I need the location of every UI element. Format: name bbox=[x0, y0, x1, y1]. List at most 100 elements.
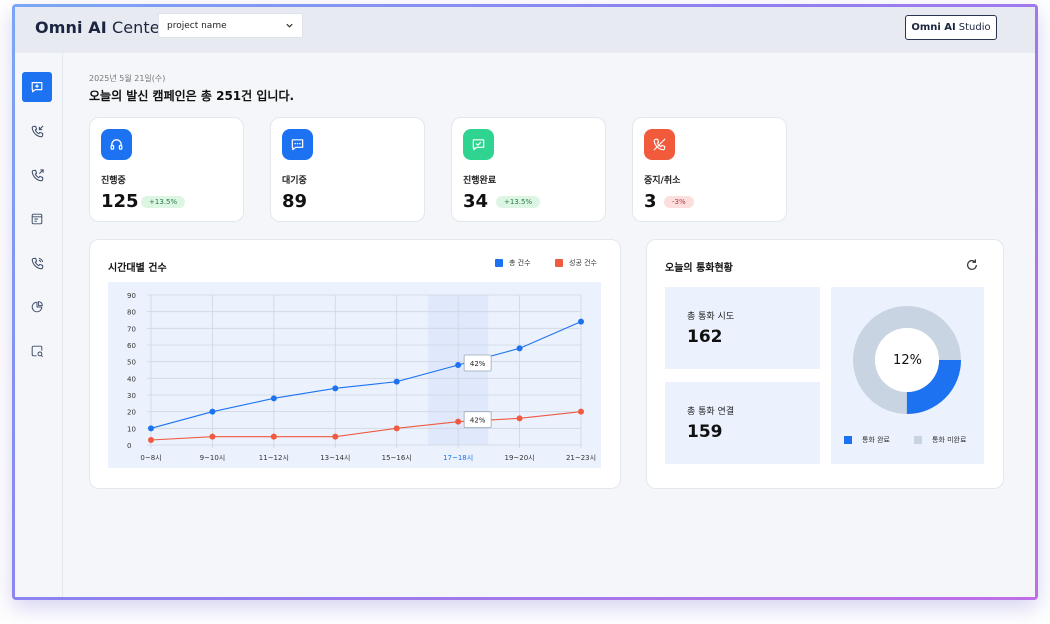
stat-label: 진행완료 bbox=[463, 176, 497, 186]
legend-swatch bbox=[914, 436, 922, 444]
data-point bbox=[578, 408, 584, 415]
sidebar-item-outbound[interactable] bbox=[22, 160, 52, 190]
legend-total: 총 건수 bbox=[495, 258, 531, 268]
sidebar-item-search[interactable] bbox=[22, 336, 52, 366]
document-list-icon bbox=[31, 213, 43, 225]
legend-success: 성공 건수 bbox=[555, 258, 597, 268]
data-point bbox=[332, 433, 339, 440]
donut-box: 12% 통화 완료 통화 미완료 bbox=[831, 287, 984, 464]
chat-plus-icon bbox=[31, 82, 43, 93]
studio-rest: Studio bbox=[958, 22, 991, 33]
call-connect-label: 총 통화 연결 bbox=[687, 407, 735, 417]
x-tick-label: 13~14시 bbox=[320, 454, 350, 462]
stat-value: 34 bbox=[463, 191, 489, 212]
stat-label: 중지/취소 bbox=[644, 176, 681, 186]
data-point bbox=[455, 362, 462, 368]
data-point bbox=[516, 345, 523, 352]
x-tick-label: 19~20시 bbox=[505, 454, 535, 462]
stat-icon-box bbox=[101, 129, 132, 160]
outgoing-call-icon bbox=[31, 168, 44, 181]
data-point bbox=[393, 378, 400, 385]
call-status-title: 오늘의 통화현황 bbox=[665, 263, 733, 274]
series-line bbox=[150, 411, 582, 441]
data-point bbox=[148, 425, 154, 432]
legend-done-label: 통화 완료 bbox=[862, 436, 890, 444]
sidebar-item-reports[interactable] bbox=[22, 292, 52, 322]
series-line bbox=[150, 321, 582, 429]
headset-icon bbox=[110, 139, 123, 150]
incoming-call-icon bbox=[31, 125, 43, 137]
legend-done: 통화 완료 bbox=[844, 435, 890, 445]
sidebar-item-documents[interactable] bbox=[22, 204, 52, 234]
studio-bold: Omni AI bbox=[911, 22, 956, 33]
stat-card-completed[interactable]: 진행완료 34 +13.5% bbox=[451, 117, 606, 222]
stat-badge: -3% bbox=[664, 196, 694, 208]
stat-card-in-progress[interactable]: 진행중 125 +13.5% bbox=[89, 117, 244, 222]
y-tick-label: 0 bbox=[127, 442, 131, 450]
project-select[interactable]: project name bbox=[158, 13, 303, 38]
data-point bbox=[393, 425, 400, 432]
x-tick-label: 0~8시 bbox=[140, 454, 161, 462]
brand-bold: Omni AI bbox=[35, 18, 107, 37]
stat-icon-box bbox=[644, 129, 675, 160]
page-headline: 오늘의 발신 캠페인은 총 251건 입니다. bbox=[89, 89, 295, 103]
stat-value: 89 bbox=[282, 191, 308, 212]
data-point bbox=[270, 433, 277, 440]
x-tick-label: 9~10시 bbox=[200, 454, 226, 462]
tooltip-label: 42% bbox=[470, 360, 486, 368]
chat-bubble-icon bbox=[291, 139, 304, 151]
tooltip-label: 42% bbox=[470, 417, 486, 425]
search-settings-icon bbox=[31, 345, 44, 358]
sidebar-item-campaign[interactable] bbox=[22, 72, 52, 102]
legend-success-label: 성공 건수 bbox=[569, 259, 597, 267]
y-tick-label: 10 bbox=[127, 425, 136, 433]
call-attempt-box: 총 통화 시도 162 bbox=[665, 287, 820, 369]
sidebar-item-calls[interactable] bbox=[22, 248, 52, 278]
y-tick-label: 60 bbox=[127, 342, 136, 350]
stat-badge: +13.5% bbox=[141, 196, 186, 208]
refresh-icon[interactable] bbox=[965, 258, 979, 272]
line-chart: 0 10 20 30 40 50 60 70 80 90 0~8시 9~10시 11~12시 13~14시… bbox=[127, 292, 596, 462]
stat-badge: +13.5% bbox=[496, 196, 541, 208]
x-tick-label: 17~18시 bbox=[443, 454, 473, 462]
x-tick-label: 21~23시 bbox=[566, 454, 596, 462]
y-tick-label: 70 bbox=[127, 325, 136, 333]
y-tick-label: 30 bbox=[127, 392, 136, 400]
data-point bbox=[148, 437, 154, 443]
x-tick-label: 11~12시 bbox=[259, 454, 289, 462]
phone-cancel-icon bbox=[653, 138, 666, 151]
project-select-value: project name bbox=[167, 20, 227, 31]
app: Omni AI Center project name Omni AI Stud… bbox=[15, 7, 1035, 597]
pie-chart-icon bbox=[31, 301, 43, 313]
brand-logo[interactable]: Omni AI Center bbox=[35, 18, 166, 37]
call-attempt-label: 총 통화 시도 bbox=[687, 312, 735, 322]
studio-button[interactable]: Omni AI Studio bbox=[905, 15, 997, 40]
legend-total-label: 총 건수 bbox=[509, 259, 531, 267]
stat-icon-box bbox=[463, 129, 494, 160]
y-tick-label: 40 bbox=[127, 375, 136, 383]
stat-card-cancelled[interactable]: 중지/취소 3 -3% bbox=[632, 117, 787, 222]
legend-swatch bbox=[495, 259, 503, 267]
y-tick-label: 80 bbox=[127, 309, 136, 317]
sidebar bbox=[15, 53, 63, 597]
donut-percent: 12% bbox=[893, 353, 922, 368]
legend-pending-label: 통화 미완료 bbox=[932, 436, 967, 444]
call-connect-value: 159 bbox=[687, 422, 723, 442]
sidebar-item-inbound[interactable] bbox=[22, 116, 52, 146]
today-date: 2025년 5월 21일(수) bbox=[89, 74, 166, 83]
call-connect-box: 총 통화 연결 159 bbox=[665, 382, 820, 464]
data-point bbox=[455, 418, 462, 425]
y-tick-label: 50 bbox=[127, 359, 136, 367]
legend-swatch bbox=[844, 436, 852, 444]
stat-card-waiting[interactable]: 대기중 89 bbox=[270, 117, 425, 222]
x-tick-label: 15~16시 bbox=[382, 454, 412, 462]
stat-value: 3 bbox=[644, 191, 657, 212]
phone-ringing-icon bbox=[31, 257, 43, 269]
stat-label: 대기중 bbox=[282, 176, 307, 186]
stat-icon-box bbox=[282, 129, 313, 160]
call-attempt-value: 162 bbox=[687, 327, 723, 347]
call-status-panel: 오늘의 통화현황 총 통화 시도 162 총 통화 연결 159 12% 통화 … bbox=[646, 239, 1004, 489]
data-point bbox=[332, 385, 339, 392]
window-frame: Omni AI Center project name Omni AI Stud… bbox=[12, 4, 1038, 600]
hourly-chart-title: 시간대별 건수 bbox=[108, 263, 167, 274]
